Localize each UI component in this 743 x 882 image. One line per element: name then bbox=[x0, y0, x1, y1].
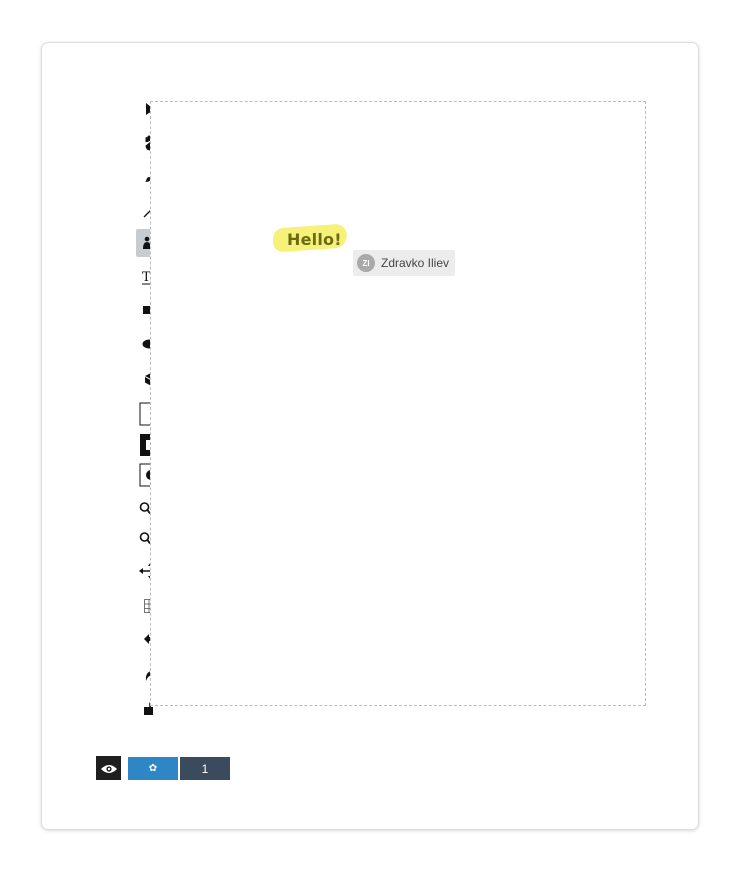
gear-icon: ✿ bbox=[148, 763, 158, 774]
user-count: 1 bbox=[201, 761, 209, 776]
user-cursor-tag: ZI Zdravko Iliev bbox=[353, 250, 456, 276]
view-toggle-button[interactable] bbox=[96, 756, 121, 780]
eye-icon bbox=[100, 759, 117, 778]
avatar: ZI bbox=[357, 254, 375, 272]
whiteboard-panel: T Hello! ZI Zdravko Iliev ✿ 1 bbox=[42, 43, 698, 829]
user-name: Zdravko Iliev bbox=[381, 256, 450, 270]
canvas-text: Hello! bbox=[287, 230, 342, 249]
user-count-button[interactable]: 1 bbox=[180, 757, 230, 780]
settings-button[interactable]: ✿ bbox=[128, 757, 178, 780]
drawing-canvas[interactable]: Hello! ZI Zdravko Iliev bbox=[150, 101, 646, 706]
